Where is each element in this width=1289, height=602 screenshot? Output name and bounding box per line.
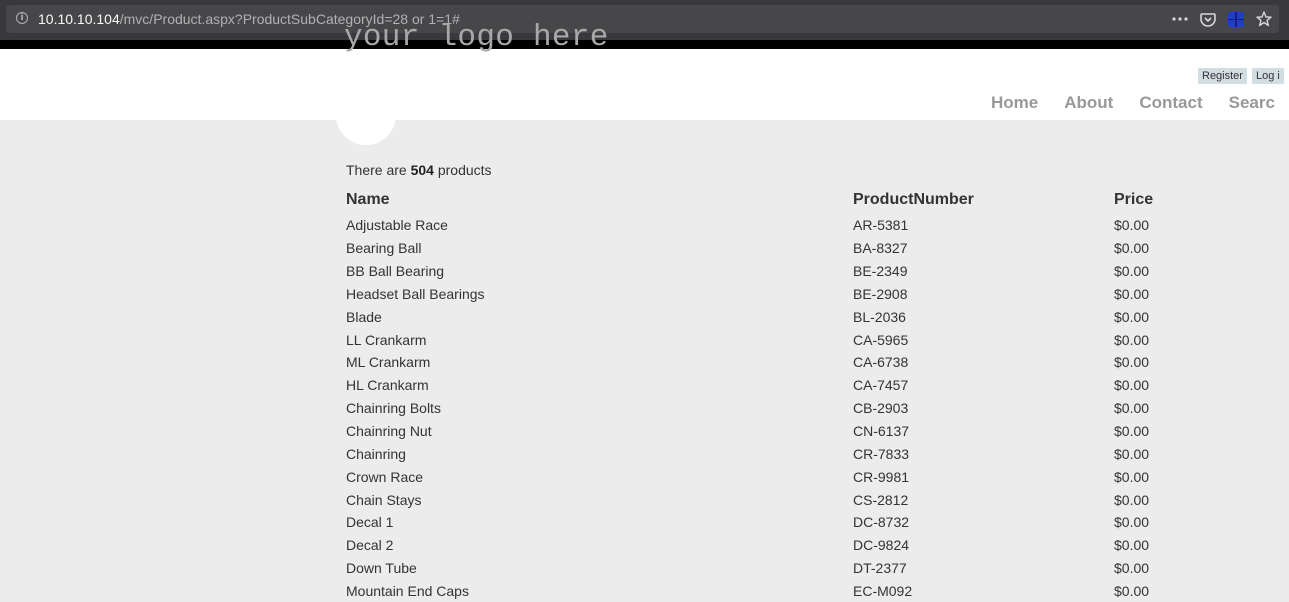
- table-row: BB Ball BearingBE-2349$0.00: [346, 260, 1234, 283]
- product-number-cell: CB-2903: [853, 397, 1114, 420]
- logo-tab: [336, 90, 396, 145]
- product-number-cell: CA-6738: [853, 351, 1114, 374]
- count-prefix: There are: [346, 162, 407, 178]
- product-name-cell: ML Crankarm: [346, 351, 853, 374]
- product-number-cell: BE-2908: [853, 283, 1114, 306]
- product-price-cell: $0.00: [1114, 511, 1234, 534]
- table-row: BladeBL-2036$0.00: [346, 305, 1234, 328]
- nav-contact[interactable]: Contact: [1139, 93, 1202, 113]
- product-number-cell: CA-7457: [853, 374, 1114, 397]
- product-number-cell: EC-M092: [853, 580, 1114, 602]
- product-number-cell: DC-9824: [853, 534, 1114, 557]
- table-row: Crown RaceCR-9981$0.00: [346, 465, 1234, 488]
- table-row: Decal 2DC-9824$0.00: [346, 534, 1234, 557]
- table-row: LL CrankarmCA-5965$0.00: [346, 328, 1234, 351]
- product-name-cell: Down Tube: [346, 557, 853, 580]
- url-bar[interactable]: i 10.10.10.104/mvc/Product.aspx?ProductS…: [6, 5, 1279, 33]
- column-header-price: Price: [1114, 191, 1234, 214]
- url-actions: [1171, 9, 1273, 29]
- product-count: There are 504 products: [346, 162, 492, 178]
- product-price-cell: $0.00: [1114, 557, 1234, 580]
- product-name-cell: HL Crankarm: [346, 374, 853, 397]
- product-price-cell: $0.00: [1114, 214, 1234, 237]
- product-name-cell: LL Crankarm: [346, 328, 853, 351]
- count-value: 504: [411, 162, 434, 178]
- info-icon[interactable]: i: [16, 12, 28, 24]
- table-row: Down TubeDT-2377$0.00: [346, 557, 1234, 580]
- column-header-productnumber: ProductNumber: [853, 191, 1114, 214]
- product-name-cell: Chainring Nut: [346, 420, 853, 443]
- windows-extension-icon[interactable]: [1227, 10, 1245, 28]
- product-price-cell: $0.00: [1114, 260, 1234, 283]
- product-price-cell: $0.00: [1114, 442, 1234, 465]
- product-number-cell: DT-2377: [853, 557, 1114, 580]
- product-name-cell: Bearing Ball: [346, 237, 853, 260]
- product-number-cell: BE-2349: [853, 260, 1114, 283]
- count-suffix: products: [438, 162, 492, 178]
- pocket-icon[interactable]: [1199, 10, 1217, 28]
- login-link[interactable]: Log i: [1252, 68, 1284, 84]
- products-table: Name ProductNumber Price Adjustable Race…: [346, 191, 1234, 602]
- product-price-cell: $0.00: [1114, 397, 1234, 420]
- table-header-row: Name ProductNumber Price: [346, 191, 1234, 214]
- product-number-cell: DC-8732: [853, 511, 1114, 534]
- table-row: ML CrankarmCA-6738$0.00: [346, 351, 1234, 374]
- nav-about[interactable]: About: [1064, 93, 1113, 113]
- table-row: ChainringCR-7833$0.00: [346, 442, 1234, 465]
- product-number-cell: CS-2812: [853, 488, 1114, 511]
- product-price-cell: $0.00: [1114, 465, 1234, 488]
- product-number-cell: CR-9981: [853, 465, 1114, 488]
- product-number-cell: BL-2036: [853, 305, 1114, 328]
- product-name-cell: Decal 1: [346, 511, 853, 534]
- site-logo[interactable]: your logo here: [344, 20, 609, 55]
- browser-toolbar: i 10.10.10.104/mvc/Product.aspx?ProductS…: [0, 0, 1289, 40]
- product-price-cell: $0.00: [1114, 328, 1234, 351]
- account-links: Register Log i: [1198, 68, 1284, 84]
- product-price-cell: $0.00: [1114, 305, 1234, 328]
- table-row: Decal 1DC-8732$0.00: [346, 511, 1234, 534]
- more-icon[interactable]: [1171, 10, 1189, 28]
- product-number-cell: CN-6137: [853, 420, 1114, 443]
- toolbar-divider: [0, 40, 1289, 49]
- table-row: Chainring NutCN-6137$0.00: [346, 420, 1234, 443]
- product-price-cell: $0.00: [1114, 420, 1234, 443]
- table-row: Adjustable RaceAR-5381$0.00: [346, 214, 1234, 237]
- nav-search[interactable]: Searc: [1229, 93, 1275, 113]
- product-price-cell: $0.00: [1114, 351, 1234, 374]
- product-price-cell: $0.00: [1114, 374, 1234, 397]
- product-name-cell: Adjustable Race: [346, 214, 853, 237]
- product-name-cell: Mountain End Caps: [346, 580, 853, 602]
- bookmark-star-icon[interactable]: [1255, 10, 1273, 28]
- table-row: Chain StaysCS-2812$0.00: [346, 488, 1234, 511]
- product-number-cell: BA-8327: [853, 237, 1114, 260]
- product-number-cell: CA-5965: [853, 328, 1114, 351]
- product-price-cell: $0.00: [1114, 283, 1234, 306]
- table-row: Headset Ball BearingsBE-2908$0.00: [346, 283, 1234, 306]
- product-price-cell: $0.00: [1114, 580, 1234, 602]
- table-row: Chainring BoltsCB-2903$0.00: [346, 397, 1234, 420]
- main-nav: Home About Contact Searc: [991, 93, 1275, 113]
- table-row: Bearing BallBA-8327$0.00: [346, 237, 1234, 260]
- product-name-cell: Chain Stays: [346, 488, 853, 511]
- nav-home[interactable]: Home: [991, 93, 1038, 113]
- product-name-cell: Blade: [346, 305, 853, 328]
- table-row: Mountain End CapsEC-M092$0.00: [346, 580, 1234, 602]
- column-header-name: Name: [346, 191, 853, 214]
- product-name-cell: Chainring Bolts: [346, 397, 853, 420]
- product-name-cell: Decal 2: [346, 534, 853, 557]
- product-number-cell: CR-7833: [853, 442, 1114, 465]
- register-link[interactable]: Register: [1198, 68, 1247, 84]
- product-name-cell: Chainring: [346, 442, 853, 465]
- product-number-cell: AR-5381: [853, 214, 1114, 237]
- product-price-cell: $0.00: [1114, 488, 1234, 511]
- product-name-cell: Headset Ball Bearings: [346, 283, 853, 306]
- product-name-cell: Crown Race: [346, 465, 853, 488]
- url-host: 10.10.10.104: [38, 11, 120, 27]
- product-name-cell: BB Ball Bearing: [346, 260, 853, 283]
- product-price-cell: $0.00: [1114, 534, 1234, 557]
- product-price-cell: $0.00: [1114, 237, 1234, 260]
- table-row: HL CrankarmCA-7457$0.00: [346, 374, 1234, 397]
